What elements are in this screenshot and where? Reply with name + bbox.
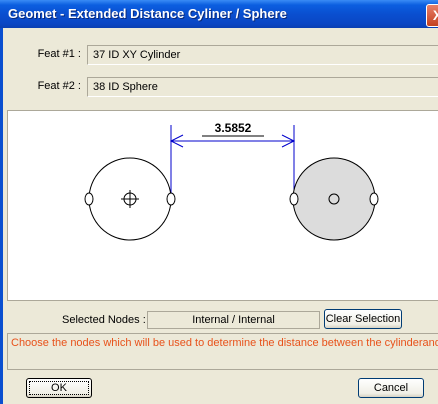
feat2-value: 38 ID Sphere [93,81,158,93]
feat2-field: 38 ID Sphere [87,77,438,97]
ok-button[interactable]: OK [26,378,92,398]
feature-canvas[interactable]: 3.5852 [7,110,438,301]
cylinder-node-external[interactable] [84,192,94,206]
feat1-label: Feat #1 : [37,48,81,60]
sphere-node-external[interactable] [369,192,379,206]
title-bar: Geomet - Extended Distance Cyliner / Sph… [0,0,438,28]
cylinder-node-internal[interactable] [166,192,176,206]
selected-nodes-value: Internal / Internal [192,314,275,326]
sphere-node-internal[interactable] [289,192,299,206]
feat1-value: 37 ID XY Cylinder [93,49,181,61]
feature-drawing: 3.5852 [84,121,379,241]
clear-selection-button[interactable]: Clear Selection [324,309,402,329]
window-title: Geomet - Extended Distance Cyliner / Sph… [8,6,287,21]
instruction-message: Choose the nodes which will be used to d… [7,333,438,370]
feat1-field: 37 ID XY Cylinder [87,45,438,65]
distance-value: 3.5852 [215,121,252,135]
close-button[interactable]: X [426,4,438,27]
close-icon: X [432,7,438,23]
feat2-label: Feat #2 : [37,80,81,92]
sphere-circle[interactable] [292,157,376,241]
selected-nodes-field: Internal / Internal [147,311,320,329]
selected-nodes-label: Selected Nodes : [62,314,146,326]
cancel-button[interactable]: Cancel [358,378,424,398]
